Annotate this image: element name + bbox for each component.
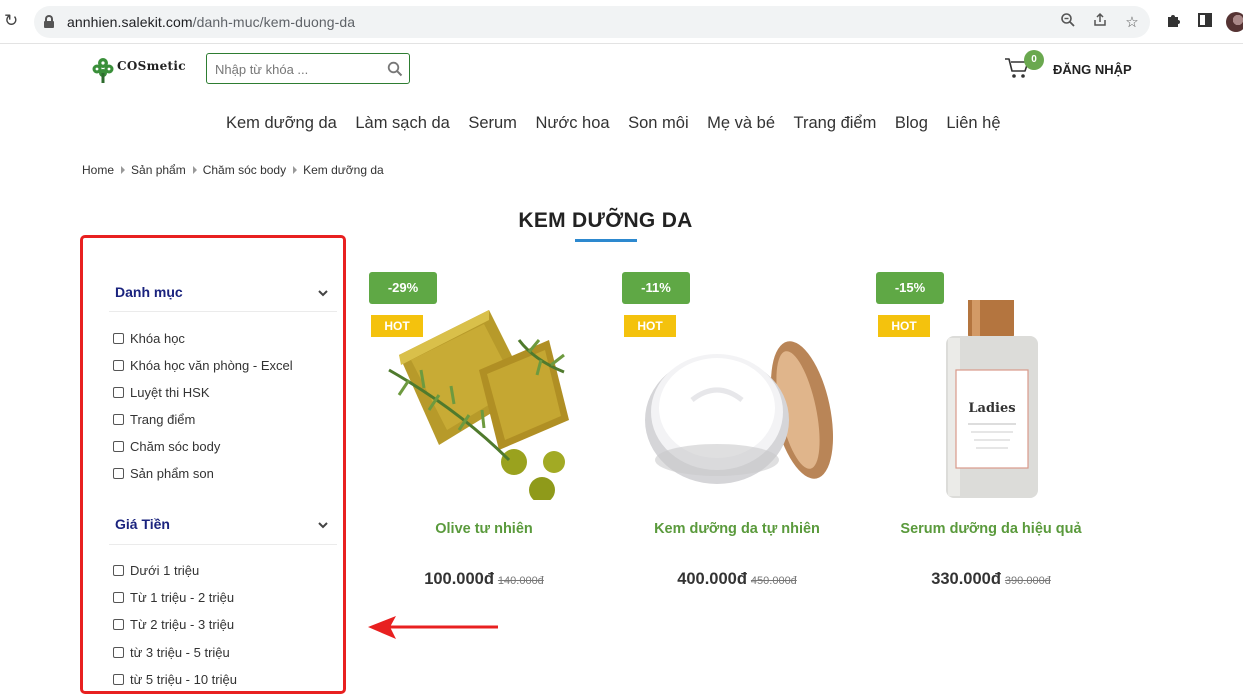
checkbox[interactable] xyxy=(113,674,124,685)
checkbox[interactable] xyxy=(113,333,124,344)
category-option[interactable]: Khóa học văn phòng - Excel xyxy=(113,358,293,373)
product-name[interactable]: Olive tư nhiên xyxy=(369,521,599,537)
category-option[interactable]: Trang điểm xyxy=(113,412,195,427)
main-nav: Kem dưỡng da Làm sạch da Serum Nước hoa … xyxy=(226,114,1019,136)
breadcrumb-item-current: Kem dưỡng da xyxy=(303,163,384,177)
product-price: 400.000đ 450.000đ xyxy=(622,570,852,589)
price-option[interactable]: Từ 2 triệu - 3 triệu xyxy=(113,617,234,632)
search-input[interactable] xyxy=(215,60,380,78)
search-icon[interactable] xyxy=(387,61,403,77)
product-card[interactable]: Ladies -15% HOT Serum dưỡng da hiệu quả … xyxy=(876,270,1126,600)
price-option[interactable]: từ 5 triệu - 10 triệu xyxy=(113,672,237,687)
nav-item[interactable]: Mẹ và bé xyxy=(707,114,775,136)
address-bar[interactable]: annhien.salekit.com/danh-muc/kem-duong-d… xyxy=(34,6,1150,38)
search-box[interactable] xyxy=(206,53,410,84)
product-name[interactable]: Kem dưỡng da tự nhiên xyxy=(622,521,852,537)
login-link[interactable]: ĐĂNG NHẬP xyxy=(1053,62,1132,77)
profile-avatar[interactable] xyxy=(1226,12,1243,32)
nav-item[interactable]: Liên hệ xyxy=(946,114,1000,136)
checkbox[interactable] xyxy=(113,441,124,452)
breadcrumb-item[interactable]: Chăm sóc body xyxy=(203,163,286,177)
url-text[interactable]: annhien.salekit.com/danh-muc/kem-duong-d… xyxy=(67,14,355,30)
checkbox[interactable] xyxy=(113,619,124,630)
checkbox[interactable] xyxy=(113,360,124,371)
nav-item[interactable]: Kem dưỡng da xyxy=(226,114,337,136)
title-underline xyxy=(575,239,637,242)
product-card[interactable]: -29% HOT Olive tư nhiên 100.000đ 140.000đ xyxy=(369,270,619,600)
nav-item[interactable]: Làm sạch da xyxy=(355,114,449,136)
discount-badge: -15% xyxy=(876,272,944,304)
nav-item[interactable]: Trang điểm xyxy=(794,114,877,136)
divider xyxy=(109,544,337,545)
product-price: 330.000đ 390.000đ xyxy=(876,570,1106,589)
hot-badge: HOT xyxy=(878,315,930,337)
category-option[interactable]: Khóa học xyxy=(113,331,185,346)
original-price: 140.000đ xyxy=(497,575,544,587)
product-price: 100.000đ 140.000đ xyxy=(369,570,599,589)
category-filter-title[interactable]: Danh mục xyxy=(115,284,183,300)
browser-toolbar: ↻ annhien.salekit.com/danh-muc/kem-duong… xyxy=(0,0,1243,44)
bottle-label: Ladies xyxy=(968,401,1015,416)
category-option[interactable]: Chăm sóc body xyxy=(113,439,220,454)
checkbox[interactable] xyxy=(113,387,124,398)
logo-text: COSmetic xyxy=(117,59,186,73)
nav-item[interactable]: Blog xyxy=(895,114,928,136)
share-icon[interactable] xyxy=(1090,12,1110,32)
hot-badge: HOT xyxy=(624,315,676,337)
breadcrumb: Home Sản phẩm Chăm sóc body Kem dưỡng da xyxy=(82,163,384,177)
filter-sidebar: Danh mục Khóa học Khóa học văn phòng - E… xyxy=(80,235,346,694)
product-card[interactable]: -11% HOT Kem dưỡng da tự nhiên 400.000đ 4… xyxy=(622,270,872,600)
nav-item[interactable]: Serum xyxy=(468,114,517,136)
cart-count-badge: 0 xyxy=(1024,50,1044,70)
price-option[interactable]: từ 3 triệu - 5 triệu xyxy=(113,645,230,660)
checkbox[interactable] xyxy=(113,592,124,603)
extensions-icon[interactable] xyxy=(1163,12,1183,32)
checkbox[interactable] xyxy=(113,565,124,576)
reload-icon[interactable]: ↻ xyxy=(4,12,22,30)
zoom-icon[interactable] xyxy=(1058,12,1078,32)
price-filter-title[interactable]: Giá Tiền xyxy=(115,516,170,532)
price-option[interactable]: Từ 1 triệu - 2 triệu xyxy=(113,590,234,605)
divider xyxy=(109,311,337,312)
annotation-arrow-icon xyxy=(368,616,498,639)
sale-price: 330.000đ xyxy=(931,570,1001,588)
side-panel-icon[interactable] xyxy=(1195,12,1215,32)
page-title: KEM DƯỠNG DA xyxy=(518,209,693,232)
checkbox[interactable] xyxy=(113,414,124,425)
checkbox[interactable] xyxy=(113,647,124,658)
chevron-down-icon[interactable] xyxy=(317,287,329,299)
nav-item[interactable]: Nước hoa xyxy=(535,114,609,136)
hot-badge: HOT xyxy=(371,315,423,337)
breadcrumb-item[interactable]: Sản phẩm xyxy=(131,163,186,177)
original-price: 390.000đ xyxy=(1004,575,1051,587)
product-name[interactable]: Serum dưỡng da hiệu quả xyxy=(876,521,1106,537)
sale-price: 100.000đ xyxy=(424,570,494,588)
category-option[interactable]: Luyệt thi HSK xyxy=(113,385,210,400)
breadcrumb-separator-icon xyxy=(293,166,298,174)
price-option[interactable]: Dưới 1 triệu xyxy=(113,563,199,578)
site-logo[interactable]: COSmetic xyxy=(92,56,202,86)
checkbox[interactable] xyxy=(113,468,124,479)
nav-item[interactable]: Son môi xyxy=(628,114,689,136)
chevron-down-icon[interactable] xyxy=(317,519,329,531)
breadcrumb-separator-icon xyxy=(121,166,126,174)
breadcrumb-item[interactable]: Home xyxy=(82,163,114,177)
discount-badge: -11% xyxy=(622,272,690,304)
breadcrumb-separator-icon xyxy=(192,166,197,174)
bookmark-star-icon[interactable]: ☆ xyxy=(1122,12,1142,32)
discount-badge: -29% xyxy=(369,272,437,304)
original-price: 450.000đ xyxy=(750,575,797,587)
category-option[interactable]: Sản phẩm son xyxy=(113,466,214,481)
sale-price: 400.000đ xyxy=(677,570,747,588)
tree-logo-icon xyxy=(92,58,114,83)
lock-icon[interactable] xyxy=(44,15,54,28)
